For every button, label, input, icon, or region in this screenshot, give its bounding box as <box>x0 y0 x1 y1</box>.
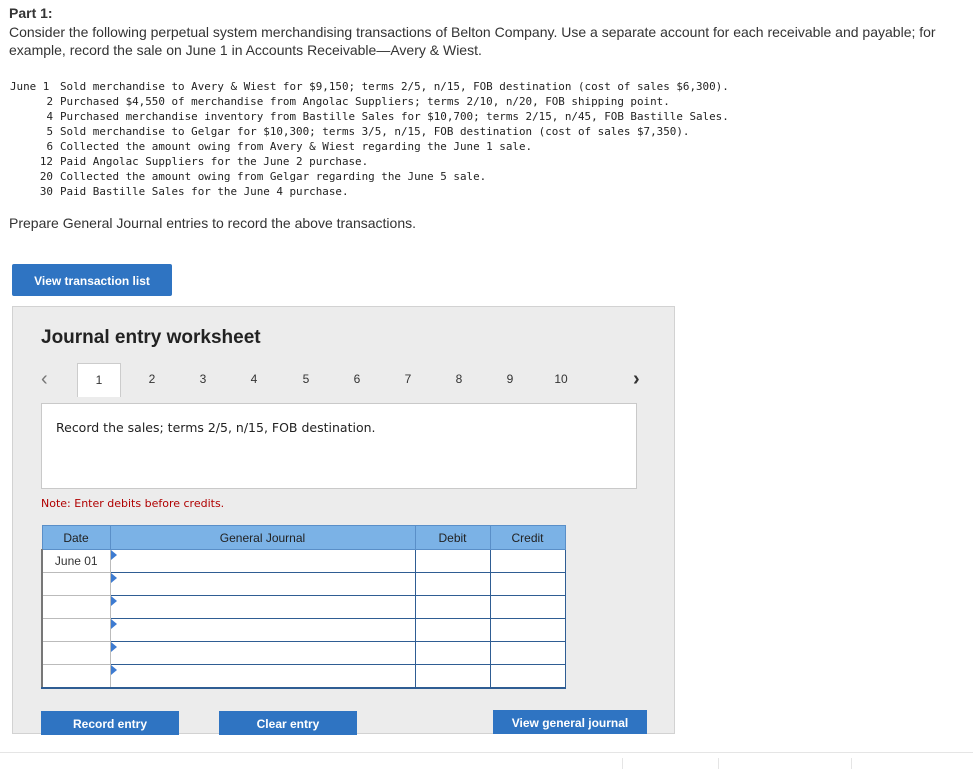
transaction-item: 20 Collected the amount owing from Gelgar… <box>10 169 729 184</box>
transaction-date: June 1 <box>10 80 50 93</box>
description-text: Record the sales; terms 2/5, n/15, FOB d… <box>56 420 376 435</box>
footer-separator <box>718 758 719 769</box>
part-title: Part 1: <box>9 5 53 21</box>
dropdown-triangle-icon <box>110 642 117 652</box>
transaction-item: 5 Sold merchandise to Gelgar for $10,300;… <box>10 124 729 139</box>
journal-row: June 01 <box>41 549 566 573</box>
transaction-item: 6 Collected the amount owing from Avery &… <box>10 139 729 154</box>
transaction-item: 4 Purchased merchandise inventory from Ba… <box>10 109 729 124</box>
transaction-item: 2 Purchased $4,550 of merchandise from An… <box>10 94 729 109</box>
transaction-date: 2 <box>46 95 53 108</box>
clear-entry-button[interactable]: Clear entry <box>219 711 357 735</box>
account-dropdown[interactable] <box>109 641 416 665</box>
account-dropdown[interactable] <box>109 549 416 573</box>
debit-header: Debit <box>414 525 491 550</box>
description-box: Record the sales; terms 2/5, n/15, FOB d… <box>41 403 637 489</box>
debit-input[interactable] <box>414 549 491 573</box>
tab-4[interactable]: 4 <box>232 363 276 395</box>
date-cell <box>41 641 111 665</box>
transaction-item: 12 Paid Angolac Suppliers for the June 2 … <box>10 154 729 169</box>
account-dropdown[interactable] <box>109 595 416 619</box>
note-text: Note: Enter debits before credits. <box>41 497 225 510</box>
date-cell: June 01 <box>41 549 111 573</box>
transaction-date: 20 <box>39 170 53 183</box>
tab-8[interactable]: 8 <box>437 363 481 395</box>
tab-9[interactable]: 9 <box>488 363 532 395</box>
date-cell <box>41 595 111 619</box>
transaction-item: 30 Paid Bastille Sales for the June 4 pur… <box>10 184 729 199</box>
account-dropdown[interactable] <box>109 618 416 642</box>
journal-row <box>41 572 566 596</box>
tabs: 1 2 3 4 5 6 7 8 9 10 <box>13 363 676 397</box>
footer-divider <box>0 752 973 753</box>
footer-separator <box>622 758 623 769</box>
tab-2[interactable]: 2 <box>130 363 174 395</box>
transaction-date: 6 <box>46 140 53 153</box>
view-general-journal-button[interactable]: View general journal <box>493 710 647 734</box>
transaction-text: Sold merchandise to Avery & Wiest for $9… <box>60 80 729 93</box>
journal-row <box>41 618 566 642</box>
journal-row <box>41 664 566 689</box>
journal-row <box>41 595 566 619</box>
journal-header-row: Date General Journal Debit Credit <box>41 525 566 550</box>
instruction-text: Prepare General Journal entries to recor… <box>9 215 417 231</box>
debit-input[interactable] <box>414 664 491 689</box>
dropdown-triangle-icon <box>110 665 117 675</box>
general-journal-header: General Journal <box>109 525 416 550</box>
tab-6[interactable]: 6 <box>335 363 379 395</box>
journal-row <box>41 641 566 665</box>
dropdown-triangle-icon <box>110 619 117 629</box>
transaction-date: 4 <box>46 110 53 123</box>
transaction-text: Sold merchandise to Gelgar for $10,300; … <box>60 125 690 138</box>
record-entry-button[interactable]: Record entry <box>41 711 179 735</box>
debit-input[interactable] <box>414 595 491 619</box>
next-arrow-icon[interactable]: › <box>633 369 640 389</box>
transaction-text: Purchased merchandise inventory from Bas… <box>60 110 729 123</box>
dropdown-triangle-icon <box>110 550 117 560</box>
account-dropdown[interactable] <box>109 664 416 689</box>
credit-input[interactable] <box>489 618 566 642</box>
footer-separator <box>851 758 852 769</box>
transaction-text: Paid Angolac Suppliers for the June 2 pu… <box>60 155 369 168</box>
transaction-date: 12 <box>39 155 53 168</box>
tab-7[interactable]: 7 <box>386 363 430 395</box>
journal-worksheet-panel: Journal entry worksheet ‹ 1 2 3 4 5 6 7 … <box>12 306 676 735</box>
view-transaction-list-button[interactable]: View transaction list <box>12 264 172 296</box>
date-cell <box>41 572 111 596</box>
account-dropdown[interactable] <box>109 572 416 596</box>
credit-input[interactable] <box>489 595 566 619</box>
tab-1[interactable]: 1 <box>77 363 121 397</box>
date-header: Date <box>41 525 111 550</box>
dropdown-triangle-icon <box>110 573 117 583</box>
transaction-date: 5 <box>46 125 53 138</box>
credit-input[interactable] <box>489 549 566 573</box>
dropdown-triangle-icon <box>110 596 117 606</box>
intro-text: Consider the following perpetual system … <box>9 24 936 58</box>
credit-input[interactable] <box>489 572 566 596</box>
tab-5[interactable]: 5 <box>284 363 328 395</box>
debit-input[interactable] <box>414 572 491 596</box>
debit-input[interactable] <box>414 641 491 665</box>
date-cell <box>41 618 111 642</box>
credit-input[interactable] <box>489 664 566 689</box>
tab-10[interactable]: 10 <box>539 363 583 395</box>
transaction-text: Paid Bastille Sales for the June 4 purch… <box>60 185 349 198</box>
transaction-text: Collected the amount owing from Gelgar r… <box>60 170 487 183</box>
transaction-text: Purchased $4,550 of merchandise from Ang… <box>60 95 670 108</box>
journal-table: Date General Journal Debit Credit June 0… <box>41 525 566 689</box>
credit-input[interactable] <box>489 641 566 665</box>
worksheet-title: Journal entry worksheet <box>41 327 261 348</box>
transaction-list: June 1 Sold merchandise to Avery & Wiest … <box>10 79 729 199</box>
transaction-text: Collected the amount owing from Avery & … <box>60 140 533 153</box>
credit-header: Credit <box>489 525 566 550</box>
transaction-item: June 1 Sold merchandise to Avery & Wiest … <box>10 79 729 94</box>
date-cell <box>41 664 111 689</box>
debit-input[interactable] <box>414 618 491 642</box>
transaction-date: 30 <box>39 185 53 198</box>
tab-3[interactable]: 3 <box>181 363 225 395</box>
